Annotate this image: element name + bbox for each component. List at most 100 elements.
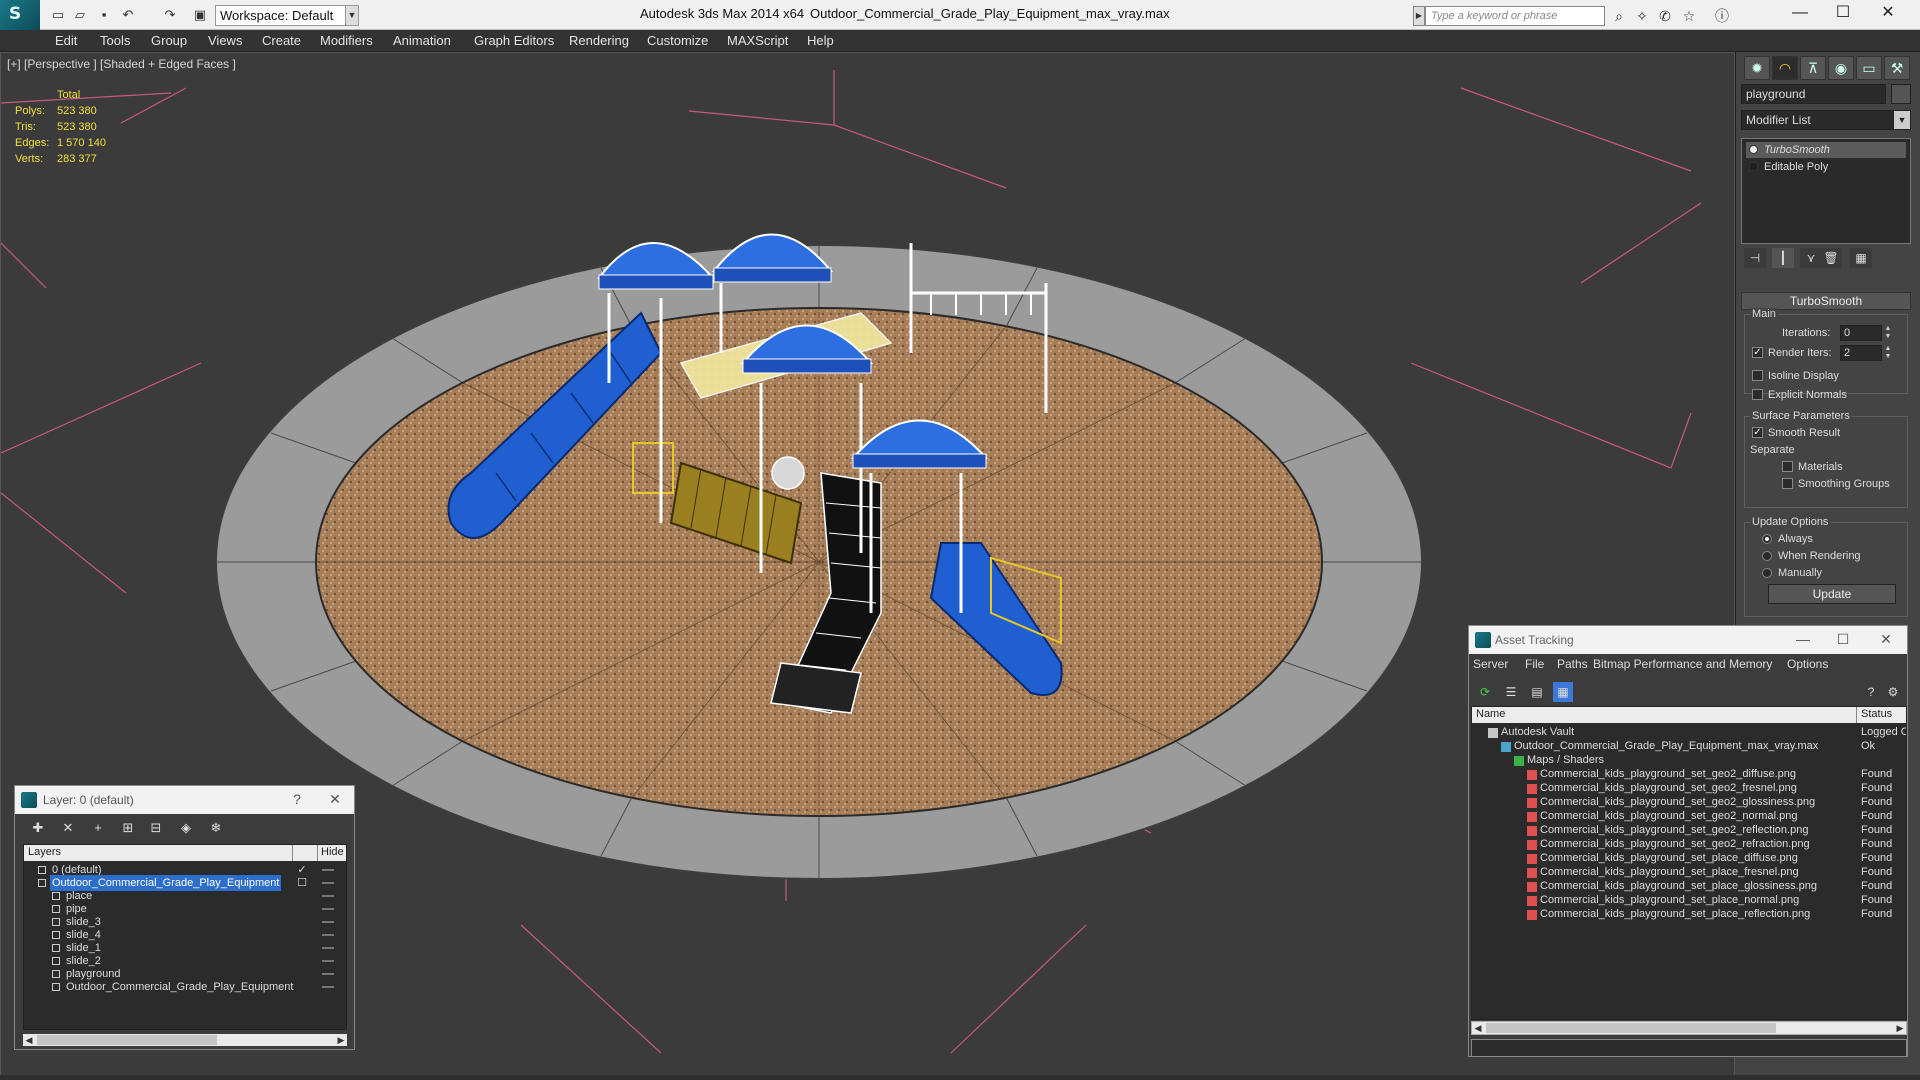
maximize-icon[interactable]: ☐ [1823, 2, 1863, 26]
maximize-icon[interactable]: ☐ [1831, 629, 1855, 649]
spinner-arrows-icon[interactable]: ▲ ▼ [1884, 325, 1892, 341]
pin-stack-icon[interactable]: ⊣ [1744, 248, 1766, 268]
motion-tab-icon[interactable]: ◉ [1828, 56, 1854, 80]
menu-customize[interactable]: Customize [647, 33, 708, 48]
search-input[interactable]: Type a keyword or phrase [1425, 6, 1605, 26]
render-iters-checkbox[interactable]: ✓ [1752, 347, 1763, 358]
open-file-icon[interactable]: ▱ [70, 6, 90, 24]
layer-list[interactable]: Layers Hide 0 (default) ✓ Outdoor_Commerci… [23, 844, 347, 1030]
scroll-left-icon[interactable]: ◀ [1472, 1022, 1484, 1034]
layer-dialog-titlebar[interactable]: Layer: 0 (default) ? ✕ [15, 786, 354, 814]
expand-box-icon[interactable] [1749, 162, 1758, 171]
freeze-all-layers-icon[interactable]: ❄ [205, 818, 227, 838]
new-file-icon[interactable]: ▭ [48, 6, 68, 24]
explicit-normals-checkbox[interactable] [1752, 389, 1763, 400]
menu-graph-editors[interactable]: Graph Editors [474, 33, 554, 48]
stack-item-editable-poly[interactable]: Editable Poly [1746, 159, 1906, 175]
utilities-tab-icon[interactable]: ⚒ [1884, 56, 1910, 80]
close-icon[interactable]: ✕ [1874, 629, 1898, 649]
menu-bitmap-performance[interactable]: Bitmap Performance and Memory [1593, 657, 1772, 671]
hide-toggle[interactable] [322, 908, 334, 910]
object-name-field[interactable]: playground [1741, 84, 1886, 104]
help-icon[interactable]: ? [1861, 682, 1881, 702]
add-to-layer-icon[interactable]: + [87, 818, 109, 838]
thumbnail-view-icon[interactable]: ▤ [1527, 682, 1547, 702]
menu-paths[interactable]: Paths [1557, 657, 1588, 671]
asset-row[interactable]: Commercial_kids_playground_set_place_ref… [1472, 906, 1906, 923]
when-rendering-radio[interactable] [1762, 551, 1772, 561]
menu-file[interactable]: File [1525, 657, 1544, 671]
project-folder-icon[interactable]: ▣ [190, 6, 210, 24]
hide-toggle[interactable] [322, 934, 334, 936]
always-radio[interactable] [1762, 534, 1772, 544]
hide-toggle[interactable] [322, 960, 334, 962]
redo-icon[interactable]: ↷ [160, 6, 180, 24]
menu-group[interactable]: Group [151, 33, 187, 48]
asset-tracking-titlebar[interactable]: Asset Tracking — ☐ ✕ [1469, 626, 1907, 654]
asset-path-field[interactable] [1471, 1039, 1907, 1057]
configure-sets-icon[interactable]: ▦ [1850, 248, 1872, 268]
minimize-icon[interactable]: — [1791, 629, 1815, 649]
horizontal-scrollbar[interactable]: ◀ ▶ [1471, 1021, 1907, 1035]
iterations-spinner[interactable]: 0 [1840, 325, 1882, 341]
viewport-label[interactable]: [+] [Perspective ] [Shaded + Edged Faces… [7, 57, 236, 71]
close-icon[interactable]: ✕ [1868, 2, 1908, 26]
hide-toggle[interactable] [322, 882, 334, 884]
menu-views[interactable]: Views [208, 33, 242, 48]
menu-rendering[interactable]: Rendering [569, 33, 629, 48]
hide-toggle[interactable] [322, 947, 334, 949]
chevron-down-icon[interactable]: ▼ [345, 5, 359, 26]
modify-tab-icon[interactable]: ◠ [1772, 56, 1798, 80]
hide-column-header[interactable]: Hide [321, 846, 344, 858]
binoculars-icon[interactable]: ⌕ [1610, 7, 1628, 25]
select-objects-icon[interactable]: ⊞ [117, 818, 139, 838]
hide-toggle[interactable] [322, 973, 334, 975]
isoline-display-checkbox[interactable] [1752, 370, 1763, 381]
lightbulb-icon[interactable] [1749, 145, 1758, 154]
scroll-thumb[interactable] [1486, 1023, 1776, 1033]
communication-icon[interactable]: ✆ [1656, 7, 1674, 25]
hide-all-layers-icon[interactable]: ◈ [175, 818, 197, 838]
help-button[interactable]: ? [285, 789, 309, 809]
app-logo-icon[interactable]: S [0, 0, 40, 30]
table-view-icon[interactable]: ▦ [1553, 682, 1573, 702]
layer-row[interactable]: Outdoor_Commercial_Grade_Play_Equipment [24, 979, 346, 995]
menu-server[interactable]: Server [1473, 657, 1508, 671]
spinner-arrows-icon[interactable]: ▲ ▼ [1884, 345, 1892, 361]
hide-toggle[interactable] [322, 921, 334, 923]
layers-column-header[interactable]: Layers [28, 846, 61, 858]
menu-help[interactable]: Help [807, 33, 834, 48]
name-column-header[interactable]: Name [1476, 708, 1505, 720]
materials-checkbox[interactable] [1782, 461, 1793, 472]
help-icon[interactable]: ⓘ [1713, 7, 1731, 25]
menu-animation[interactable]: Animation [393, 33, 451, 48]
settings-icon[interactable]: ⚙ [1883, 682, 1903, 702]
menu-maxscript[interactable]: MAXScript [727, 33, 788, 48]
hide-toggle[interactable] [322, 986, 334, 988]
hide-toggle[interactable] [322, 869, 334, 871]
hierarchy-tab-icon[interactable]: ⊼ [1800, 56, 1826, 80]
refresh-icon[interactable]: ⟳ [1475, 682, 1495, 702]
smooth-result-checkbox[interactable]: ✓ [1752, 427, 1763, 438]
asset-table[interactable]: Name Status Autodesk Vault Logged O Outdoo… [1471, 706, 1907, 1020]
status-column-header[interactable]: Status [1861, 708, 1892, 720]
manually-radio[interactable] [1762, 568, 1772, 578]
save-icon[interactable]: ▪ [94, 6, 114, 24]
search-expand-icon[interactable]: ▶ [1413, 6, 1425, 26]
make-unique-icon[interactable]: ⋎ [1800, 248, 1822, 268]
chevron-down-icon[interactable]: ▼ [1894, 111, 1910, 129]
update-button[interactable]: Update [1768, 584, 1896, 604]
scroll-right-icon[interactable]: ▶ [335, 1034, 347, 1046]
smoothing-groups-checkbox[interactable] [1782, 478, 1793, 489]
menu-options[interactable]: Options [1787, 657, 1828, 671]
favorites-star-icon[interactable]: ☆ [1680, 7, 1698, 25]
menu-edit[interactable]: Edit [55, 33, 77, 48]
undo-icon[interactable]: ↶ [118, 6, 138, 24]
modifier-list-dropdown[interactable]: Modifier List [1741, 110, 1911, 130]
highlight-layer-icon[interactable]: ⊟ [145, 818, 167, 838]
delete-layer-icon[interactable]: ✕ [57, 818, 79, 838]
menu-create[interactable]: Create [262, 33, 301, 48]
horizontal-scrollbar[interactable]: ◀ ▶ [23, 1034, 347, 1046]
remove-modifier-icon[interactable]: 🗑 [1820, 248, 1842, 268]
scroll-left-icon[interactable]: ◀ [23, 1034, 35, 1046]
